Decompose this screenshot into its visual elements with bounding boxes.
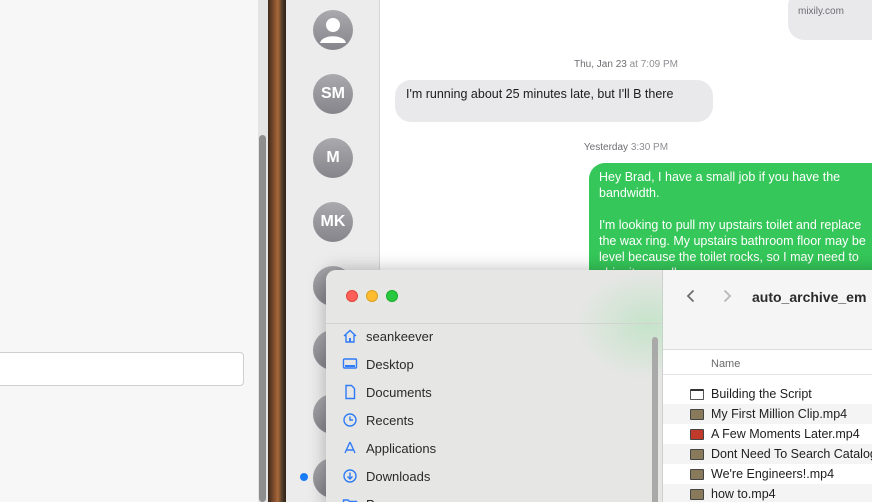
sidebar-item-label: Desktop [366,356,414,372]
video-file-icon [690,448,704,460]
sidebar-item-recents[interactable]: Recents [342,409,414,431]
conversation-avatar-mk[interactable]: MK [313,202,353,242]
file-row[interactable]: how to.mp4 [663,484,872,502]
close-button[interactable] [346,290,358,302]
scrollbar-thumb[interactable] [259,135,266,502]
file-name: Building the Script [711,387,812,401]
text-input[interactable] [0,352,244,386]
file-name: A Few Moments Later.mp4 [711,427,860,441]
sidebar-item-label: Downloads [366,468,431,484]
minimize-button[interactable] [366,290,378,302]
video-file-icon [690,408,704,420]
link-preview-domain: mixily.com [798,6,844,17]
sidebar-item-label: Applications [366,440,437,456]
file-row[interactable]: A Few Moments Later.mp4 [663,424,872,444]
forward-button[interactable] [717,286,737,306]
home-icon [343,329,357,343]
incoming-message-bubble[interactable]: I'm running about 25 minutes late, but I… [395,80,713,122]
applications-icon [344,441,356,454]
back-button[interactable] [681,286,701,306]
sidebar-item-partial[interactable]: P [342,493,375,502]
timestamp-time: 3:30 PM [630,142,669,153]
file-name: We're Engineers!.mp4 [711,467,835,481]
chevron-right-icon [723,289,732,303]
timestamp-day: Thu, Jan 23 [574,59,627,70]
folder-title: auto_archive_em [752,289,867,305]
file-row[interactable]: Dont Need To Search Catalog.mp4 [663,444,872,464]
desktop-icon [342,358,358,369]
sidebar-item-downloads[interactable]: Downloads [342,465,430,487]
download-icon [343,469,357,483]
sidebar-scrollbar[interactable] [652,337,658,502]
folder-icon [342,499,358,502]
file-row[interactable]: My First Million Clip.mp4 [663,404,872,424]
document-file-icon [690,388,704,400]
left-window [0,0,258,502]
desktop-wallpaper [268,0,286,502]
timestamp-day: Yesterday [583,142,629,153]
message-timestamp: Yesterday 3:30 PM [380,142,872,153]
sidebar-item-home[interactable]: seankeever [342,325,433,347]
sidebar-item-label: Recents [366,412,414,428]
divider [663,374,872,375]
video-file-icon [690,468,704,480]
finder-toolbar: auto_archive_em [663,270,872,350]
timestamp-time: at 7:09 PM [629,59,678,70]
conversation-avatar-contact[interactable] [313,10,353,50]
sidebar-item-label: seankeever [366,328,434,344]
video-file-icon [690,428,704,440]
column-header-name[interactable]: Name [711,358,740,370]
file-row[interactable]: Building the Script [663,384,872,404]
conversation-avatar-sm[interactable]: SM [313,74,353,114]
sidebar-item-desktop[interactable]: Desktop [342,353,414,375]
file-row[interactable]: We're Engineers!.mp4 [663,464,872,484]
sidebar-item-documents[interactable]: Documents [342,381,432,403]
chevron-left-icon [686,289,695,303]
finder-window: seankeever Desktop Documents Recents App… [326,270,872,502]
link-preview-bubble[interactable]: mixily.com [788,0,872,40]
unread-indicator [300,473,308,481]
conversation-avatar-m[interactable]: M [313,138,353,178]
video-file-icon [690,488,704,500]
message-timestamp: Thu, Jan 23 at 7:09 PM [380,59,872,70]
clock-icon [343,413,357,427]
file-name: how to.mp4 [711,487,776,501]
finder-sidebar: seankeever Desktop Documents Recents App… [326,270,666,502]
file-name: Dont Need To Search Catalog.mp4 [711,447,872,461]
divider [326,323,663,324]
document-icon [345,384,356,400]
finder-content: auto_archive_em Name Building the Script… [663,270,872,502]
file-name: My First Million Clip.mp4 [711,407,848,421]
maximize-button[interactable] [386,290,398,302]
sidebar-item-label: P [366,497,375,502]
sidebar-item-applications[interactable]: Applications [342,437,436,459]
sidebar-item-label: Documents [366,384,432,400]
person-silhouette-icon [320,18,346,43]
